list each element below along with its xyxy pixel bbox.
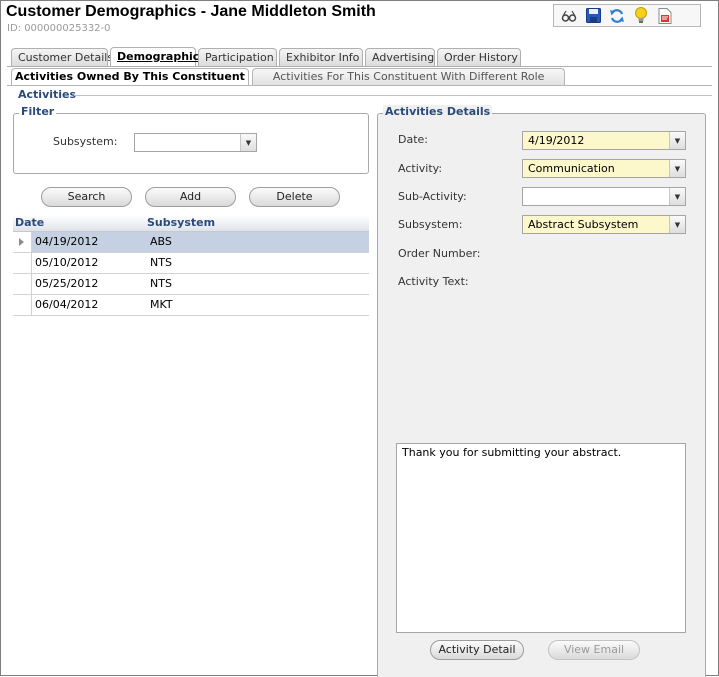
- tab-order-history[interactable]: Order History: [437, 48, 521, 66]
- details-subsystem-label: Subsystem:: [398, 218, 463, 231]
- activities-heading: Activities: [18, 88, 77, 101]
- row-subsystem: NTS: [150, 277, 172, 290]
- details-subsystem-dropdown[interactable]: Abstract Subsystem ▼: [522, 215, 686, 234]
- column-header-subsystem[interactable]: Subsystem: [147, 215, 369, 231]
- row-subsystem: MKT: [150, 298, 173, 311]
- date-value: 4/19/2012: [528, 134, 585, 147]
- chevron-down-icon[interactable]: ▼: [240, 134, 256, 151]
- lightbulb-icon[interactable]: [632, 7, 650, 25]
- row-date: 05/25/2012: [35, 277, 99, 290]
- activities-grid: Date Subsystem 04/19/2012 ABS 05/10/2012…: [13, 215, 369, 316]
- page-title: Customer Demographics - Jane Middleton S…: [6, 3, 376, 20]
- subtab-divider: [7, 85, 712, 86]
- row-selector: [13, 232, 32, 252]
- refresh-icon[interactable]: [608, 7, 626, 25]
- tab-divider: [7, 66, 712, 67]
- grid-header: Date Subsystem: [13, 215, 369, 232]
- customer-id: ID: 000000025332-0: [7, 23, 111, 34]
- chevron-down-icon[interactable]: ▼: [669, 188, 685, 205]
- chevron-down-icon[interactable]: ▼: [669, 160, 685, 177]
- save-icon[interactable]: [584, 7, 602, 25]
- row-subsystem: NTS: [150, 256, 172, 269]
- date-field[interactable]: 4/19/2012 ▼: [522, 131, 686, 150]
- view-email-button[interactable]: View Email: [548, 640, 640, 660]
- subactivity-dropdown[interactable]: ▼: [522, 187, 686, 206]
- search-button[interactable]: Search: [41, 187, 132, 207]
- row-date: 04/19/2012: [35, 235, 99, 248]
- activity-dropdown[interactable]: Communication ▼: [522, 159, 686, 178]
- report-icon[interactable]: [656, 7, 674, 25]
- activity-value: Communication: [528, 162, 615, 175]
- subtab-different-role-activities[interactable]: Activities For This Constituent With Dif…: [251, 68, 566, 85]
- tab-customer-details[interactable]: Customer Details: [11, 48, 113, 66]
- activity-detail-button[interactable]: Activity Detail: [430, 640, 524, 660]
- row-subsystem: ABS: [150, 235, 172, 248]
- table-row[interactable]: 05/10/2012 NTS: [13, 253, 369, 274]
- activity-text-label: Activity Text:: [398, 275, 469, 288]
- row-date: 05/10/2012: [35, 256, 99, 269]
- row-selector: [13, 253, 32, 273]
- main-tabs: Customer Details Demographics Participat…: [11, 47, 521, 66]
- column-header-date[interactable]: Date: [13, 215, 147, 231]
- subtab-owned-activities[interactable]: Activities Owned By This Constituent: [11, 68, 249, 85]
- row-date: 06/04/2012: [35, 298, 99, 311]
- activity-label: Activity:: [398, 162, 443, 175]
- subactivity-label: Sub-Activity:: [398, 190, 467, 203]
- row-selector: [13, 274, 32, 294]
- table-row[interactable]: 05/25/2012 NTS: [13, 274, 369, 295]
- activity-subtabs: Activities Owned By This Constituent Act…: [11, 68, 566, 85]
- table-row[interactable]: 04/19/2012 ABS: [13, 232, 369, 253]
- tab-exhibitor-info[interactable]: Exhibitor Info: [279, 48, 363, 66]
- order-number-label: Order Number:: [398, 247, 481, 260]
- details-legend: Activities Details: [383, 105, 493, 118]
- tab-advertising[interactable]: Advertising: [365, 48, 435, 66]
- details-subsystem-value: Abstract Subsystem: [528, 218, 639, 231]
- filter-subsystem-label: Subsystem:: [53, 135, 118, 148]
- chevron-down-icon[interactable]: ▼: [669, 216, 685, 233]
- chevron-down-icon[interactable]: ▼: [669, 132, 685, 149]
- customer-demographics-window: Customer Demographics - Jane Middleton S…: [0, 0, 719, 677]
- activities-group-line: [74, 95, 712, 96]
- row-selector: [13, 295, 32, 315]
- delete-button[interactable]: Delete: [249, 187, 340, 207]
- tab-participation[interactable]: Participation: [198, 48, 277, 66]
- table-row[interactable]: 06/04/2012 MKT: [13, 295, 369, 316]
- date-label: Date:: [398, 133, 428, 146]
- toolbar: [553, 4, 701, 27]
- tab-demographics[interactable]: Demographics: [110, 47, 206, 66]
- row-pointer-icon: [19, 238, 24, 246]
- filter-subsystem-dropdown[interactable]: ▼: [134, 133, 257, 152]
- activity-text-area[interactable]: Thank you for submitting your abstract.: [396, 443, 686, 633]
- add-button[interactable]: Add: [145, 187, 236, 207]
- glasses-icon[interactable]: [560, 7, 578, 25]
- filter-legend: Filter: [19, 105, 57, 118]
